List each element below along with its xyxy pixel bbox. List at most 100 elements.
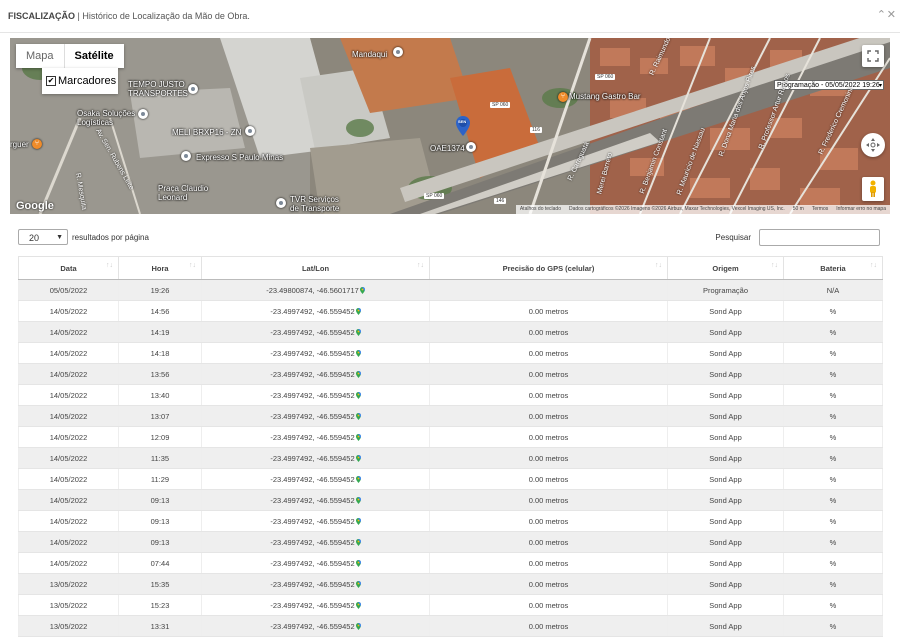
column-header-hora[interactable]: Hora ↑↓ [118,256,202,280]
restaurant-icon[interactable]: ⑂ [558,92,568,102]
cell-hora: 11:35 [118,447,202,469]
cell-bateria: % [783,384,883,406]
cell-hora: 13:56 [118,363,202,385]
fullscreen-button[interactable] [862,45,884,67]
close-icon[interactable]: ✕ [887,8,896,21]
table-row: 13/05/2022 15:35 -23.4997492, -46.559452 0.… [18,573,883,595]
cell-gps: 0.00 metros [429,531,668,553]
map-pin-icon[interactable] [355,517,361,525]
keyboard-shortcuts-link[interactable]: Atalhos do teclado [516,205,565,214]
terms-link[interactable]: Termos [808,205,832,214]
cell-latlon-text: -23.4997492, -46.559452 [270,327,355,337]
map-type-map-button[interactable]: Mapa [16,44,65,68]
map-pin-icon[interactable] [355,349,361,357]
map-pin-icon[interactable] [355,559,361,567]
cell-gps: 0.00 metros [429,615,668,637]
sort-icon: ↑↓ [417,262,424,269]
pan-control-button[interactable] [861,133,885,157]
map-pin-icon[interactable] [355,475,361,483]
map-pin-icon[interactable] [355,412,361,420]
poi-marker[interactable] [276,198,286,208]
poi-marker[interactable] [181,151,191,161]
cell-gps-text: 0.00 metros [528,432,569,442]
cell-latlon: -23.4997492, -46.559452 [201,552,430,574]
map-type-satellite-button[interactable]: Satélite [65,44,124,68]
map-pin-icon[interactable] [359,286,365,294]
poi-marker[interactable] [393,47,403,57]
cell-latlon-text: -23.4997492, -46.559452 [270,411,355,421]
cell-hora: 11:29 [118,468,202,490]
cell-bateria-text: % [829,474,837,484]
cell-origem: Sond App [667,300,784,322]
cell-bateria: % [783,342,883,364]
cell-gps: 0.00 metros [429,405,668,427]
map-pin-icon[interactable] [355,580,361,588]
cell-data: 13/05/2022 [18,573,119,595]
map-pin-icon[interactable] [355,601,361,609]
cell-latlon-text: -23.4997492, -46.559452 [270,306,355,316]
map-pin-icon[interactable] [355,391,361,399]
poi-marker[interactable] [138,109,148,119]
column-header-latlon[interactable]: Lat/Lon ↑↓ [201,256,430,280]
cell-hora-text: 07:44 [150,558,170,568]
street-view-button[interactable] [862,177,884,201]
cell-bateria: % [783,615,883,637]
restaurant-icon[interactable]: ⑂ [32,139,42,149]
cell-origem-text: Sond App [709,327,742,337]
programacao-select[interactable]: Programação - 05/05/2022 19:26 ▾ [774,80,884,90]
cell-hora-text: 09:13 [150,516,170,526]
poi-label: Osaka Soluções Logísticas [77,109,136,127]
poi-marker[interactable] [245,126,255,136]
cell-data-text: 14/05/2022 [49,537,88,547]
cell-gps: 0.00 metros [429,426,668,448]
table-row: 13/05/2022 15:23 -23.4997492, -46.559452 0.… [18,594,883,616]
page-length-value: 20 [29,233,40,243]
cell-origem-text: Sond App [709,558,742,568]
map-pin-icon[interactable] [355,433,361,441]
search-input[interactable] [759,229,880,246]
column-header-data[interactable]: Data ↑↓ [18,256,119,280]
cell-latlon-text: -23.4997492, -46.559452 [270,600,355,610]
cell-gps: 0.00 metros [429,447,668,469]
column-header-gps-precision[interactable]: Precisão do GPS (celular) ↑↓ [429,256,668,280]
map-pin-icon[interactable] [355,622,361,630]
markers-toggle[interactable]: ✔ Marcadores [42,68,118,94]
column-label: Origem [712,263,739,273]
table-row: 14/05/2022 13:07 -23.4997492, -46.559452 0.… [18,405,883,427]
map-pin-icon[interactable] [355,454,361,462]
poi-marker[interactable] [188,84,198,94]
map-pin-icon[interactable] [355,328,361,336]
map-pin-icon[interactable] [355,307,361,315]
cell-origem-text: Sond App [709,537,742,547]
map-pin-icon[interactable] [355,370,361,378]
location-pin[interactable]: SEN [456,116,470,141]
cell-gps-text: 0.00 metros [528,348,569,358]
markers-checkbox[interactable]: ✔ [46,76,56,86]
cell-bateria-text: % [829,621,837,631]
cell-hora: 19:26 [118,279,202,301]
map-pin-icon[interactable] [355,496,361,504]
cell-origem: Sond App [667,552,784,574]
cell-gps-text: 0.00 metros [528,327,569,337]
map-pin-icon[interactable] [355,538,361,546]
cell-gps: 0.00 metros [429,573,668,595]
poi-marker[interactable] [466,142,476,152]
poi-label: Praça Claudio Leonard [158,184,209,202]
poi-label: Mandaqui [352,50,388,59]
table-row: 14/05/2022 13:40 -23.4997492, -46.559452 0.… [18,384,883,406]
satellite-map[interactable]: Mapa Satélite ✔ Marcadores Programação -… [10,38,890,214]
cell-bateria: % [783,489,883,511]
poi-label: TEMPO JUSTO TRANSPORTES [128,80,188,98]
cell-hora-text: 12:09 [150,432,170,442]
column-header-bateria[interactable]: Bateria ↑↓ [783,256,883,280]
scale-bar[interactable]: 50 m [789,205,808,214]
page-length-select[interactable]: 20 ▼ [18,229,68,245]
report-error-link[interactable]: Informar erro no mapa [832,205,890,214]
cell-hora: 09:13 [118,489,202,511]
column-header-origem[interactable]: Origem ↑↓ [667,256,784,280]
collapse-icon[interactable]: ⌃ [877,8,886,21]
modal-header: FISCALIZAÇÃO | Histórico de Localização … [0,0,900,33]
cell-bateria: % [783,573,883,595]
cell-gps: 0.00 metros [429,363,668,385]
page-length-control: 20 ▼ resultados por página [18,229,149,245]
